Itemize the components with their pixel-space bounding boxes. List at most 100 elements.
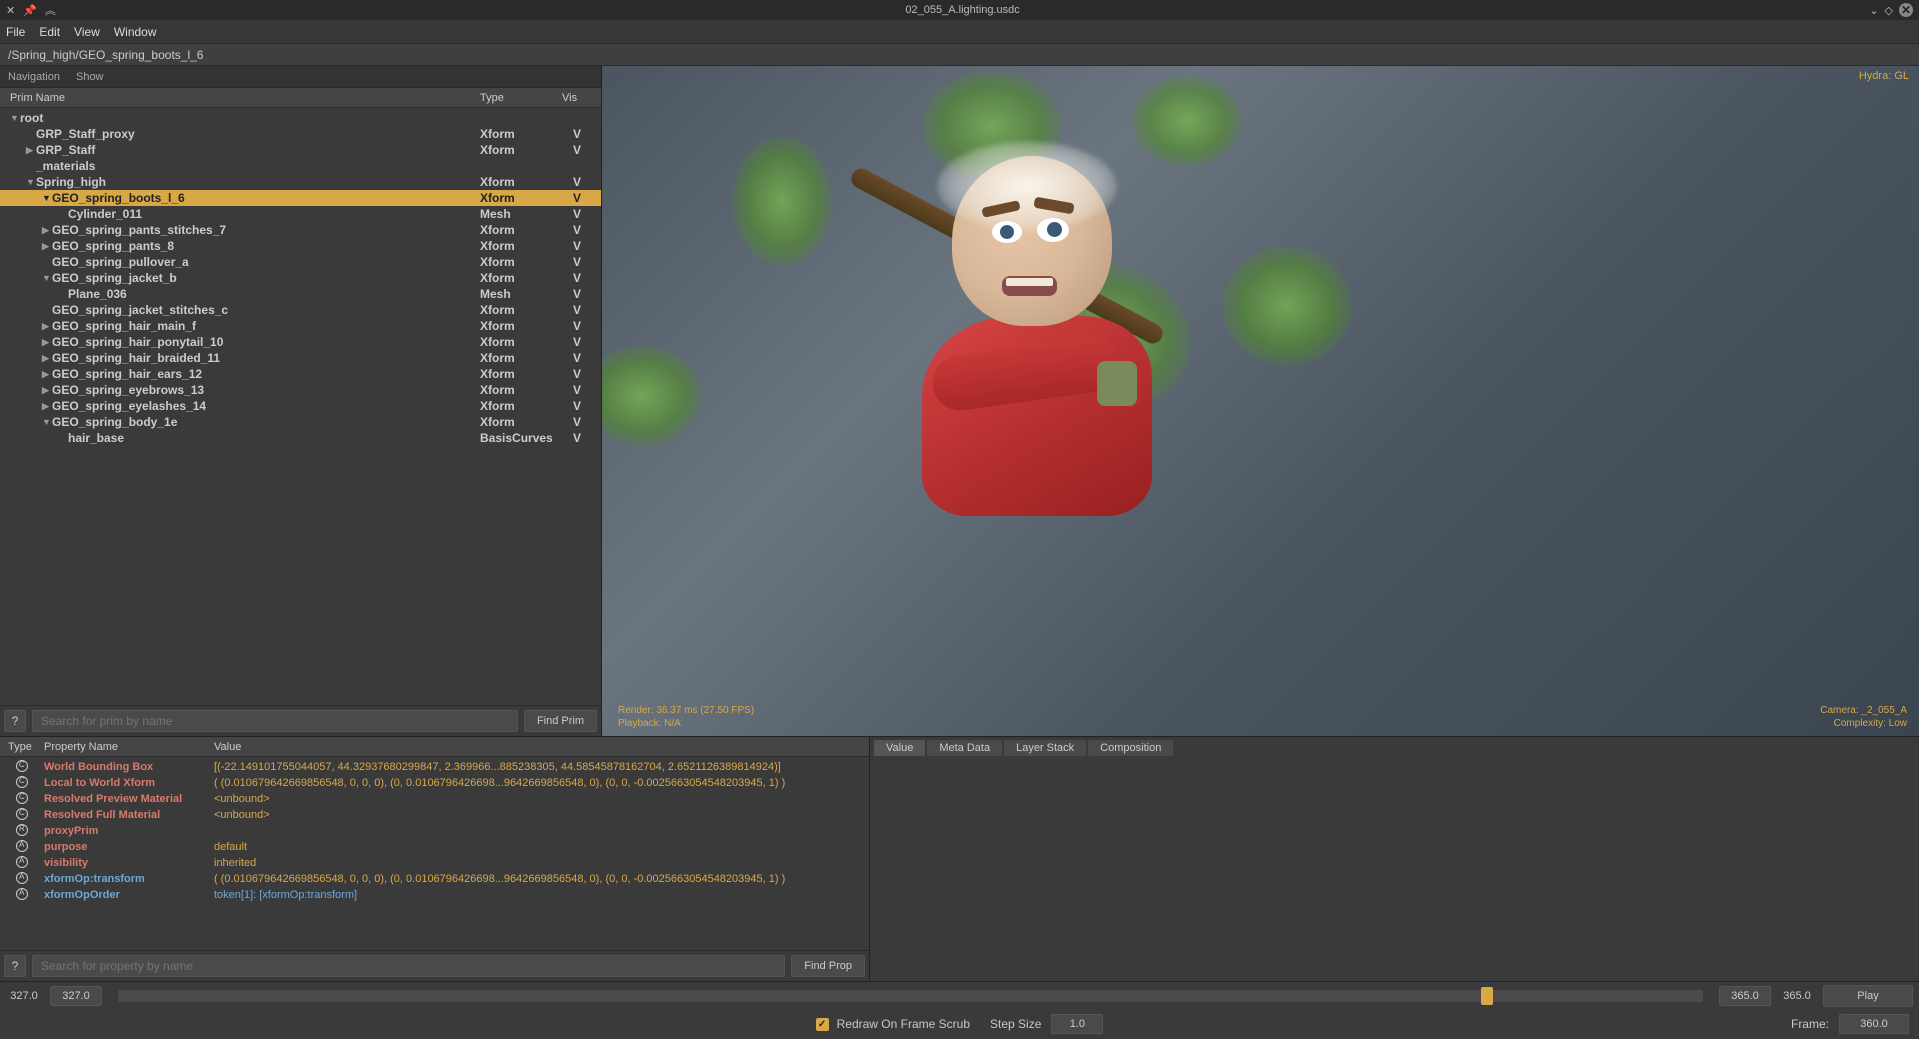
- tree-row[interactable]: ▶GEO_spring_hair_ears_12XformV: [0, 366, 601, 382]
- tree-arrow-icon[interactable]: ▼: [42, 193, 52, 203]
- prim-path[interactable]: /Spring_high/GEO_spring_boots_l_6: [0, 44, 1919, 66]
- tree-item-vis[interactable]: V: [562, 239, 592, 253]
- tree-item-vis[interactable]: V: [562, 271, 592, 285]
- prop-search-input[interactable]: [32, 955, 785, 977]
- timeline-end-input[interactable]: [1719, 986, 1771, 1006]
- tree-item-vis[interactable]: V: [562, 319, 592, 333]
- prim-search-input[interactable]: [32, 710, 518, 732]
- tree-header-name[interactable]: Prim Name: [0, 92, 480, 104]
- prop-search-help[interactable]: ?: [4, 955, 26, 977]
- property-list[interactable]: World Bounding Box[(-22.149101755044057,…: [0, 757, 869, 950]
- tree-row[interactable]: hair_baseBasisCurvesV: [0, 430, 601, 446]
- maximize-icon[interactable]: ◇: [1885, 4, 1893, 17]
- tree-item-vis[interactable]: V: [562, 287, 592, 301]
- property-row[interactable]: Resolved Preview Material<unbound>: [0, 791, 869, 807]
- tree-row[interactable]: ▼GEO_spring_jacket_bXformV: [0, 270, 601, 286]
- tree-row[interactable]: ▼GEO_spring_body_1eXformV: [0, 414, 601, 430]
- prop-header-name[interactable]: Property Name: [44, 741, 214, 753]
- property-row[interactable]: World Bounding Box[(-22.149101755044057,…: [0, 759, 869, 775]
- tree-arrow-icon[interactable]: ▶: [42, 337, 52, 348]
- tab-metadata[interactable]: Meta Data: [927, 740, 1002, 756]
- tree-row[interactable]: ▶GEO_spring_pants_stitches_7XformV: [0, 222, 601, 238]
- find-prim-button[interactable]: Find Prim: [524, 710, 597, 732]
- tree-row[interactable]: ▼Spring_highXformV: [0, 174, 601, 190]
- tree-item-vis[interactable]: V: [562, 335, 592, 349]
- tree-item-vis[interactable]: V: [562, 207, 592, 221]
- menu-edit[interactable]: Edit: [39, 25, 60, 39]
- property-row[interactable]: xformOp:transform( (0.0106796426698565­4…: [0, 871, 869, 887]
- property-row[interactable]: Local to World Xform( (0.010679642669856…: [0, 775, 869, 791]
- tree-item-vis[interactable]: V: [562, 143, 592, 157]
- tree-item-vis[interactable]: V: [562, 303, 592, 317]
- tree-header-vis[interactable]: Vis: [562, 92, 592, 104]
- prim-search-help[interactable]: ?: [4, 710, 26, 732]
- timeline-track[interactable]: [118, 990, 1703, 1002]
- frame-input[interactable]: [1839, 1014, 1909, 1034]
- tree-item-vis[interactable]: V: [562, 431, 592, 445]
- nav-navigation[interactable]: Navigation: [8, 71, 60, 83]
- nav-show[interactable]: Show: [76, 71, 104, 83]
- tree-item-vis[interactable]: V: [562, 255, 592, 269]
- menu-view[interactable]: View: [74, 25, 100, 39]
- tree-arrow-icon[interactable]: ▶: [42, 385, 52, 396]
- menu-file[interactable]: File: [6, 25, 25, 39]
- tree-row[interactable]: ▶GEO_spring_hair_main_fXformV: [0, 318, 601, 334]
- tree-item-vis[interactable]: V: [562, 415, 592, 429]
- tree-row[interactable]: GRP_Staff_proxyXformV: [0, 126, 601, 142]
- property-row[interactable]: purposedefault: [0, 839, 869, 855]
- menu-window[interactable]: Window: [114, 25, 157, 39]
- redraw-checkbox[interactable]: [816, 1018, 829, 1031]
- play-button[interactable]: Play: [1823, 985, 1913, 1007]
- tree-item-vis[interactable]: V: [562, 191, 592, 205]
- tree-row[interactable]: ▶GEO_spring_pants_8XformV: [0, 238, 601, 254]
- tree-arrow-icon[interactable]: ▶: [42, 401, 52, 412]
- timeline-thumb[interactable]: [1481, 987, 1493, 1005]
- tree-row[interactable]: ▼root: [0, 110, 601, 126]
- tree-arrow-icon[interactable]: ▼: [26, 177, 36, 187]
- tree-row[interactable]: Plane_036MeshV: [0, 286, 601, 302]
- property-row[interactable]: Resolved Full Material<unbound>: [0, 807, 869, 823]
- tree-arrow-icon[interactable]: ▼: [42, 273, 52, 283]
- tree-row[interactable]: ▶GEO_spring_hair_ponytail_10XformV: [0, 334, 601, 350]
- tree-row[interactable]: ▶GRP_StaffXformV: [0, 142, 601, 158]
- tree-arrow-icon[interactable]: ▼: [42, 417, 52, 427]
- tree-arrow-icon[interactable]: ▶: [42, 353, 52, 364]
- timeline-start-input[interactable]: [50, 986, 102, 1006]
- property-row[interactable]: proxyPrim: [0, 823, 869, 839]
- find-prop-button[interactable]: Find Prop: [791, 955, 865, 977]
- tab-layerstack[interactable]: Layer Stack: [1004, 740, 1086, 756]
- tree-item-vis[interactable]: V: [562, 399, 592, 413]
- tree-arrow-icon[interactable]: ▶: [26, 145, 36, 156]
- tab-composition[interactable]: Composition: [1088, 740, 1173, 756]
- viewport[interactable]: Hydra: GL Render: 36.37 ms (27.50 FPS) P…: [602, 66, 1919, 736]
- tree-row[interactable]: ▶GEO_spring_eyelashes_14XformV: [0, 398, 601, 414]
- tree-arrow-icon[interactable]: ▶: [42, 225, 52, 236]
- step-size-input[interactable]: [1051, 1014, 1103, 1034]
- tree-row[interactable]: ▶GEO_spring_eyebrows_13XformV: [0, 382, 601, 398]
- tree-row[interactable]: _materials: [0, 158, 601, 174]
- tree-row[interactable]: Cylinder_011MeshV: [0, 206, 601, 222]
- minimize-icon[interactable]: ⌄: [1869, 4, 1878, 17]
- tree-arrow-icon[interactable]: ▶: [42, 321, 52, 332]
- prim-tree[interactable]: ▼rootGRP_Staff_proxyXformV▶GRP_StaffXfor…: [0, 108, 601, 705]
- tree-header-type[interactable]: Type: [480, 92, 562, 104]
- tree-row[interactable]: ▼GEO_spring_boots_l_6XformV: [0, 190, 601, 206]
- tree-item-vis[interactable]: V: [562, 223, 592, 237]
- tab-value[interactable]: Value: [874, 740, 925, 756]
- property-row[interactable]: xformOpOrdertoken[1]: [xformOp:transform…: [0, 887, 869, 903]
- tree-row[interactable]: GEO_spring_jacket_stitches_cXformV: [0, 302, 601, 318]
- prop-header-value[interactable]: Value: [214, 741, 869, 753]
- tree-arrow-icon[interactable]: ▼: [10, 113, 20, 123]
- collapse-icon[interactable]: ︽: [45, 2, 56, 18]
- tree-item-vis[interactable]: V: [562, 351, 592, 365]
- tree-item-vis[interactable]: V: [562, 127, 592, 141]
- tree-arrow-icon[interactable]: ▶: [42, 369, 52, 380]
- prop-header-type[interactable]: Type: [0, 741, 44, 753]
- property-row[interactable]: visibilityinherited: [0, 855, 869, 871]
- tree-item-vis[interactable]: V: [562, 383, 592, 397]
- tree-item-vis[interactable]: V: [562, 367, 592, 381]
- close-icon[interactable]: ✕: [1899, 3, 1913, 17]
- pin-icon[interactable]: 📌: [23, 4, 37, 17]
- tree-item-vis[interactable]: V: [562, 175, 592, 189]
- tree-row[interactable]: GEO_spring_pullover_aXformV: [0, 254, 601, 270]
